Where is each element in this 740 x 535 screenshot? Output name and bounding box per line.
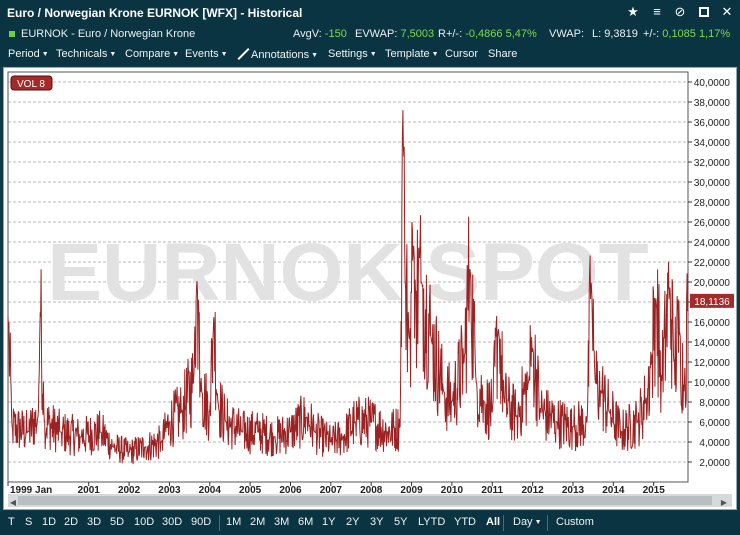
scroll-left-icon[interactable]: ◀ (10, 498, 17, 507)
evwap-stat: EVWAP: 7,5003 (355, 28, 435, 40)
instrument-info-bar: EURNOK - Euro / Norwegian Krone AvgV: -1… (0, 25, 740, 45)
interval-dropdown[interactable]: Day ▼ (513, 516, 542, 528)
chart-area[interactable]: EURNOK SPOT 2,0000 4,0000 6,0000 8,0000 10,0… (3, 67, 737, 510)
chart-menu-bar: Period ▼ Technicals ▼ Compare ▼ Events ▼ Ann… (0, 45, 740, 66)
instrument-name: EURNOK - Euro / Norwegian Krone (21, 28, 196, 40)
timeframe-3d[interactable]: 3D (87, 516, 101, 528)
timeframe-t[interactable]: T (8, 516, 15, 528)
timeframe-all[interactable]: All (486, 516, 500, 528)
compare-menu[interactable]: Compare ▼ (125, 48, 179, 60)
change-stat: +/-: 0,1085 1,17% (643, 28, 731, 40)
y-tick-label: 14,0000 (694, 338, 731, 349)
timeframe-lytd[interactable]: LYTD (418, 516, 445, 528)
draw-line-icon (236, 47, 250, 61)
y-tick-label: 34,0000 (694, 138, 731, 149)
vwap-stat: VWAP: (549, 28, 585, 40)
last-stat: L: 9,3819 (592, 28, 638, 40)
y-tick-label: 26,0000 (694, 218, 731, 229)
y-tick-label: 2,0000 (699, 458, 730, 469)
avgv-stat: AvgV: -150 (293, 28, 347, 40)
timeframe-90d[interactable]: 90D (191, 516, 211, 528)
y-tick-label: 16,0000 (694, 318, 731, 329)
y-tick-label: 30,0000 (694, 178, 731, 189)
y-tick-label: 36,0000 (694, 118, 731, 129)
x-axis: 1999 Jan 2001 2002 2003 2004 2005 2006 2007 2008… (7, 482, 665, 496)
events-menu[interactable]: Events ▼ (185, 48, 228, 60)
r-change-stat: R+/-: -0,4866 5,47% (438, 28, 537, 40)
y-tick-label: 4,0000 (699, 438, 730, 449)
timeframe-bar: T S 1D 2D 3D 5D 10D 30D 90D 1M 2M 3M 6M 1Y 2Y 3Y 5Y LYTD Y… (0, 511, 740, 535)
timeframe-2m[interactable]: 2M (250, 516, 265, 528)
y-tick-label: 38,0000 (694, 98, 731, 109)
settings-menu[interactable]: Settings ▼ (328, 48, 377, 60)
timeframe-3m[interactable]: 3M (274, 516, 289, 528)
timeframe-s[interactable]: S (25, 516, 32, 528)
y-tick-label: 8,0000 (699, 398, 730, 409)
y-tick-label: 6,0000 (699, 418, 730, 429)
custom-range-button[interactable]: Custom (556, 516, 594, 528)
close-icon[interactable]: ✕ (718, 3, 736, 21)
y-tick-label: 28,0000 (694, 198, 731, 209)
status-dot-icon (9, 31, 15, 37)
timeframe-1y[interactable]: 1Y (322, 516, 335, 528)
y-tick-label: 24,0000 (694, 238, 731, 249)
timeframe-10d[interactable]: 10D (134, 516, 154, 528)
timeframe-1m[interactable]: 1M (226, 516, 241, 528)
title-bar: Euro / Norwegian Krone EURNOK [WFX] - Hi… (0, 0, 740, 25)
volatility-chart[interactable]: EURNOK SPOT 2,0000 4,0000 6,0000 8,0000 10,0… (4, 68, 736, 509)
y-tick-label: 32,0000 (694, 158, 731, 169)
y-tick-label: 40,0000 (694, 78, 731, 89)
timeframe-1d[interactable]: 1D (42, 516, 56, 528)
timeframe-6m[interactable]: 6M (298, 516, 313, 528)
technicals-menu[interactable]: Technicals ▼ (56, 48, 116, 60)
timeframe-5d[interactable]: 5D (110, 516, 124, 528)
annotations-menu[interactable]: Annotations ▼ (236, 47, 318, 61)
timeframe-5y[interactable]: 5Y (394, 516, 407, 528)
last-value-text: 18,1136 (694, 297, 730, 308)
y-tick-label: 12,0000 (694, 358, 731, 369)
period-menu[interactable]: Period ▼ (8, 48, 49, 60)
separator (547, 515, 548, 531)
horizontal-scrollbar[interactable]: ◀ ▶ (8, 494, 732, 507)
timeframe-2y[interactable]: 2Y (346, 516, 359, 528)
y-tick-label: 22,0000 (694, 258, 731, 269)
last-value-marker: 18,1136 (690, 293, 734, 308)
scrollbar-thumb[interactable] (18, 496, 712, 505)
indicator-label[interactable]: VOL 8 (10, 75, 53, 91)
separator (219, 515, 220, 531)
maximize-icon[interactable] (695, 3, 713, 21)
timeframe-3y[interactable]: 3Y (370, 516, 383, 528)
template-menu[interactable]: Template ▼ (385, 48, 439, 60)
cursor-menu[interactable]: Cursor (445, 48, 478, 60)
y-tick-label: 10,0000 (694, 378, 731, 389)
star-icon[interactable]: ★ (624, 3, 642, 21)
timeframe-30d[interactable]: 30D (162, 516, 182, 528)
timeframe-ytd[interactable]: YTD (454, 516, 476, 528)
window-title: Euro / Norwegian Krone EURNOK [WFX] - Hi… (7, 6, 303, 20)
share-menu[interactable]: Share (488, 48, 517, 60)
hamburger-menu-icon[interactable]: ≡ (648, 3, 666, 21)
watermark: EURNOK SPOT (47, 227, 648, 318)
scroll-right-icon[interactable]: ▶ (721, 498, 728, 507)
y-axis: 2,0000 4,0000 6,0000 8,0000 10,0000 12,0000 14… (688, 78, 730, 469)
separator (503, 515, 504, 531)
y-tick-label: 20,0000 (694, 278, 731, 289)
indicator-label-text: VOL 8 (17, 79, 45, 90)
timeframe-2d[interactable]: 2D (64, 516, 78, 528)
unlink-icon[interactable]: ⊘ (671, 3, 689, 21)
